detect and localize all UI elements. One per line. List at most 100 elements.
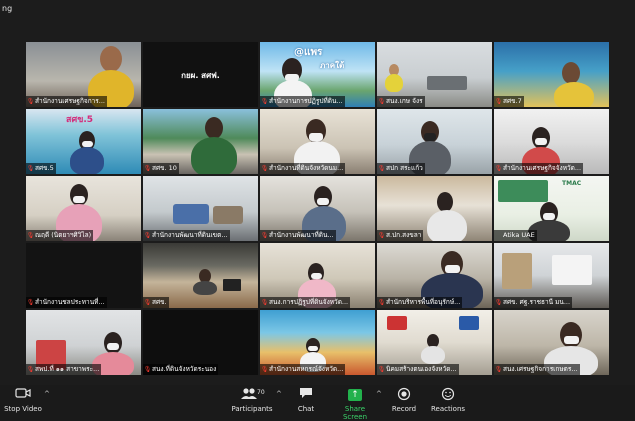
participant-name: สำนักงานการปฏิรูปที่ดิน... — [269, 97, 343, 105]
participant-name: สำนักงานสหกรณ์จังหวัด... — [269, 365, 344, 373]
video-tile[interactable]: 🎙 สพป.ที่ ๑๑ สาขาพระ... — [26, 310, 141, 375]
video-tile[interactable]: 🎙 สศข. ศฐ.ราชธานี มน... — [494, 243, 609, 308]
background-logo-text: @แพร — [294, 47, 323, 58]
unmuted-mic-icon: . — [494, 230, 503, 241]
participants-label: Participants — [231, 405, 273, 413]
participant-name: สศข. 10 — [152, 164, 177, 172]
muted-mic-icon: 🎙 — [143, 165, 152, 172]
record-label: Record — [391, 405, 417, 413]
participant-name-tag: 🎙 สำนักงานที่ดินจังหวัดนม... — [260, 163, 346, 174]
share-screen-button[interactable]: ↑ Share Screen — [334, 387, 376, 421]
participant-name: สำนักงานชลประทานที่... — [35, 298, 105, 306]
participant-name-tag: 🎙 สศข. ศฐ.ราชธานี มน... — [494, 297, 573, 308]
video-tile[interactable]: 🎙 สำนักงานเศรษฐกิจการ... — [26, 42, 141, 107]
video-tile[interactable]: 🎙 สำนักงานที่ดินจังหวัดนม... — [260, 109, 375, 174]
participant-name: Atika UAE — [503, 231, 535, 239]
participant-display-name: กยผ. สศฟ. — [181, 71, 220, 80]
video-tile[interactable]: 🎙 สนง.เศรษฐกิจการเกษตร... — [494, 310, 609, 375]
participant-name-tag: 🎙 สนง.การปฏิรูปที่ดินจังหวัด... — [260, 297, 351, 308]
muted-mic-icon: 🎙 — [143, 299, 152, 306]
video-tile[interactable]: 🎙 สปก สระแก้ว — [377, 109, 492, 174]
record-icon — [391, 387, 417, 403]
video-camera-icon — [4, 387, 42, 403]
muted-mic-icon: 🎙 — [377, 366, 386, 373]
video-tile-active-speaker[interactable]: TMAC .Atika UAE — [494, 176, 609, 241]
participant-name-tag: 🎙 สศข. — [143, 297, 169, 308]
video-tile[interactable]: 🎙 สำนักงานพัฒนาที่ดิน... — [260, 176, 375, 241]
participant-name: สำนักงานพัฒนาที่ดินเขต... — [152, 231, 228, 239]
participant-name-tag: 🎙 สำนักงานเศรษฐกิจการ... — [26, 96, 107, 107]
participant-name-tag: 🎙 สำนักงานชลประทานที่... — [26, 297, 107, 308]
participant-name: นิคมสร้างตนเองจังหวัด... — [386, 365, 457, 373]
record-button[interactable]: Record — [391, 387, 417, 413]
muted-mic-icon: 🎙 — [26, 366, 35, 373]
video-tile[interactable]: 🎙 สำนักงานชลประทานที่... — [26, 243, 141, 308]
participant-name: สนง.การปฏิรูปที่ดินจังหวัด... — [269, 298, 349, 306]
muted-mic-icon: 🎙 — [377, 299, 386, 306]
participant-name: สศข.5 — [35, 164, 54, 172]
participants-button[interactable]: 70 Participants — [226, 387, 278, 413]
video-gallery-grid: 🎙 สำนักงานเศรษฐกิจการ... กยผ. สศฟ. @แพร ภ… — [26, 42, 610, 379]
participant-name-tag: .Atika UAE — [494, 230, 537, 241]
participants-icon: 70 — [226, 387, 278, 403]
video-tile[interactable]: 🎙 สำนักบริหารพื้นที่อนุรักษ์... — [377, 243, 492, 308]
video-tile[interactable]: 🎙 สนง.ที่ดินจังหวัดระนอง — [143, 310, 258, 375]
muted-mic-icon: 🎙 — [260, 165, 269, 172]
window-title: ng — [2, 4, 13, 13]
participant-name-tag: 🎙 สนง.เกษ จังร — [377, 96, 425, 107]
chat-label: Chat — [297, 405, 315, 413]
muted-mic-icon: 🎙 — [143, 366, 152, 373]
background-logo-text: สศข.5 — [66, 115, 94, 125]
meeting-toolbar: Stop Video ^ 70 Participants ^ Chat ↑ Sh… — [0, 385, 635, 421]
video-tile[interactable]: @แพร ภาคใต้ 🎙 สำนักงานการปฏิรูปที่ดิน... — [260, 42, 375, 107]
share-screen-label: Share Screen — [342, 405, 368, 421]
video-tile[interactable]: 🎙 สศข. — [143, 243, 258, 308]
participant-name: สนง.เศรษฐกิจการเกษตร... — [503, 365, 578, 373]
participant-name: สำนักงานพัฒนาที่ดิน... — [269, 231, 334, 239]
participant-name-tag: 🎙 สำนักงานเศรษฐกิจจังหวัด... — [494, 163, 584, 174]
reactions-button[interactable]: Reactions — [431, 387, 465, 413]
video-tile[interactable]: 🎙 ณฤดี (นิตยาฯศิวิไล) — [26, 176, 141, 241]
stop-video-label: Stop Video — [4, 405, 42, 413]
participant-name-tag: 🎙 นิคมสร้างตนเองจังหวัด... — [377, 364, 459, 375]
participant-name-tag: 🎙 สนง.ที่ดินจังหวัดระนอง — [143, 364, 219, 375]
participant-name: สำนักบริหารพื้นที่อนุรักษ์... — [386, 298, 461, 306]
video-tile[interactable]: 🎙 สนง.การปฏิรูปที่ดินจังหวัด... — [260, 243, 375, 308]
participant-name-tag: 🎙 สำนักงานสหกรณ์จังหวัด... — [260, 364, 346, 375]
video-tile[interactable]: 🎙 สนง.เกษ จังร — [377, 42, 492, 107]
participant-name: สศข.7 — [503, 97, 522, 105]
participant-name: ส.ปก.สงขลา — [386, 231, 422, 239]
video-tile[interactable]: 🎙 นิคมสร้างตนเองจังหวัด... — [377, 310, 492, 375]
participants-options-caret-icon[interactable]: ^ — [276, 390, 282, 398]
participant-name: สนง.เกษ จังร — [386, 97, 423, 105]
muted-mic-icon: 🎙 — [143, 232, 152, 239]
video-tile[interactable]: 🎙 ส.ปก.สงขลา — [377, 176, 492, 241]
video-tile[interactable]: 🎙 สศข.7 — [494, 42, 609, 107]
participant-name-tag: 🎙 สำนักงานพัฒนาที่ดิน... — [260, 230, 336, 241]
participant-name: สศข. ศฐ.ราชธานี มน... — [503, 298, 571, 306]
participant-name-tag: 🎙 สศข.7 — [494, 96, 524, 107]
video-tile[interactable]: สศข.5 🎙 สศข.5 — [26, 109, 141, 174]
muted-mic-icon: 🎙 — [494, 165, 503, 172]
video-tile[interactable]: 🎙 สำนักงานสหกรณ์จังหวัด... — [260, 310, 375, 375]
video-tile[interactable]: 🎙 สำนักงานเศรษฐกิจจังหวัด... — [494, 109, 609, 174]
video-tile[interactable]: 🎙 สศข. 10 — [143, 109, 258, 174]
muted-mic-icon: 🎙 — [494, 98, 503, 105]
muted-mic-icon: 🎙 — [26, 98, 35, 105]
chat-bubble-icon — [291, 387, 321, 403]
video-tile[interactable]: 🎙 สำนักงานพัฒนาที่ดินเขต... — [143, 176, 258, 241]
participant-name-tag: 🎙 สำนักงานการปฏิรูปที่ดิน... — [260, 96, 345, 107]
video-options-caret-icon[interactable]: ^ — [44, 390, 50, 398]
participant-name-tag: 🎙 สปก สระแก้ว — [377, 163, 425, 174]
muted-mic-icon: 🎙 — [26, 165, 35, 172]
share-options-caret-icon[interactable]: ^ — [376, 390, 382, 398]
chat-button[interactable]: Chat — [291, 387, 321, 413]
video-tile[interactable]: กยผ. สศฟ. — [143, 42, 258, 107]
participants-count: 70 — [257, 389, 265, 396]
muted-mic-icon: 🎙 — [26, 299, 35, 306]
participant-name: สำนักงานเศรษฐกิจจังหวัด... — [503, 164, 582, 172]
share-screen-icon: ↑ — [348, 389, 362, 401]
muted-mic-icon: 🎙 — [494, 366, 503, 373]
muted-mic-icon: 🎙 — [377, 165, 386, 172]
stop-video-button[interactable]: Stop Video — [4, 387, 42, 413]
